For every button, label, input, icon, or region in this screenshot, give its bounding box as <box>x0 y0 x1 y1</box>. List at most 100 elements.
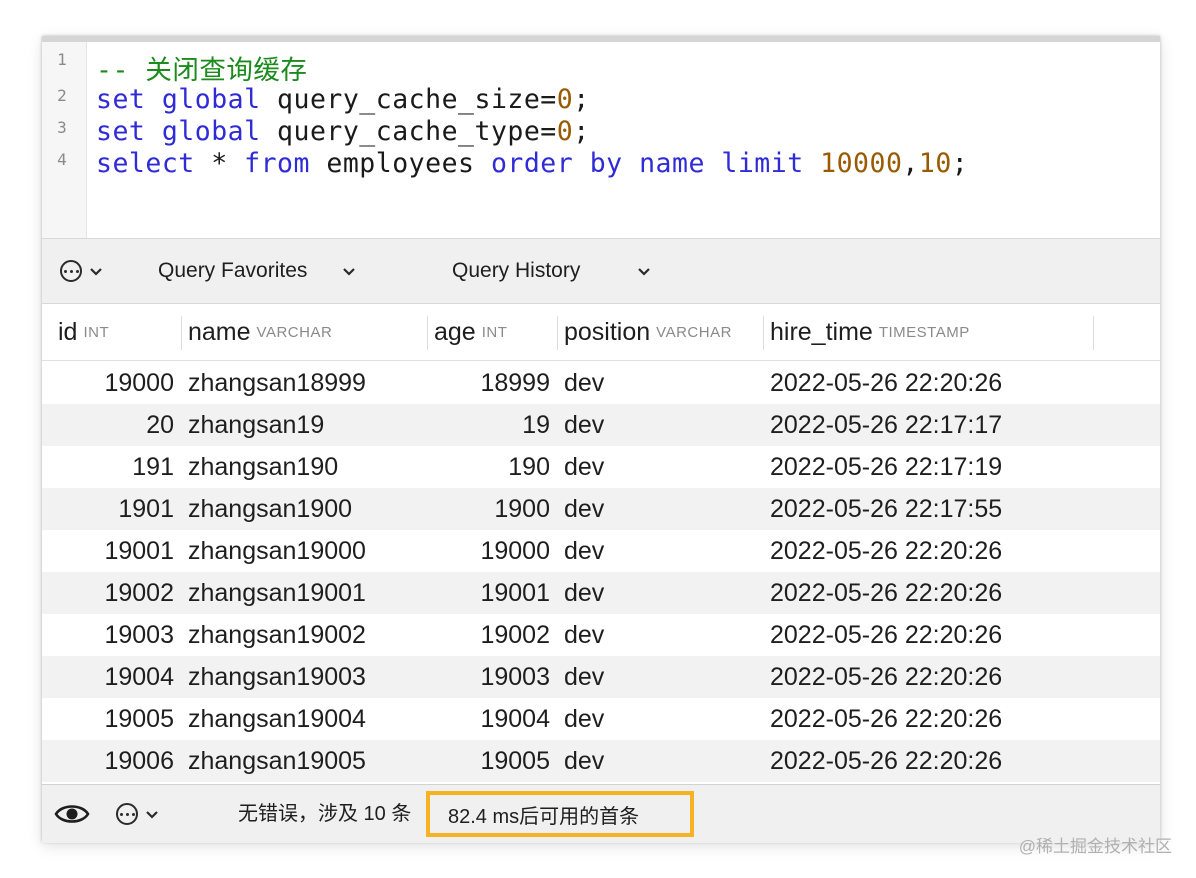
code-token: 0 <box>556 84 574 115</box>
column-divider[interactable] <box>557 316 558 350</box>
table-cell-position[interactable]: dev <box>564 572 754 614</box>
table-cell-hire-time[interactable]: 2022-05-26 22:20:26 <box>770 362 1090 404</box>
table-row[interactable]: 19005 zhangsan19004 19004 dev 2022-05-26 22:… <box>42 698 1160 740</box>
column-header-hire-time[interactable]: hire_time TIMESTAMP <box>770 304 970 360</box>
table-cell-age[interactable]: 19001 <box>434 572 550 614</box>
table-cell-age[interactable]: 19004 <box>434 698 550 740</box>
query-favorites-label: Query Favorites <box>158 259 308 282</box>
table-cell-id[interactable]: 19003 <box>42 614 174 656</box>
code-token: global <box>161 116 261 147</box>
table-cell-age[interactable]: 18999 <box>434 362 550 404</box>
table-row[interactable]: 19006 zhangsan19005 19005 dev 2022-05-26 22:… <box>42 740 1160 782</box>
table-cell-age[interactable]: 19005 <box>434 740 550 782</box>
table-cell-id[interactable]: 19000 <box>42 362 174 404</box>
column-header-age[interactable]: age INT <box>434 304 507 360</box>
table-cell-age[interactable]: 19003 <box>434 656 550 698</box>
table-cell-position[interactable]: dev <box>564 362 754 404</box>
column-divider[interactable] <box>427 316 428 350</box>
table-row[interactable]: 19001 zhangsan19000 19000 dev 2022-05-26 22:… <box>42 530 1160 572</box>
table-cell-age[interactable]: 19000 <box>434 530 550 572</box>
table-cell-name[interactable]: zhangsan19000 <box>188 530 418 572</box>
table-cell-hire-time[interactable]: 2022-05-26 22:17:55 <box>770 488 1090 530</box>
table-cell-position[interactable]: dev <box>564 530 754 572</box>
table-cell-hire-time[interactable]: 2022-05-26 22:20:26 <box>770 530 1090 572</box>
more-options-icon <box>60 260 82 282</box>
table-cell-id[interactable]: 19006 <box>42 740 174 782</box>
table-cell-position[interactable]: dev <box>564 614 754 656</box>
table-cell-hire-time[interactable]: 2022-05-26 22:20:26 <box>770 656 1090 698</box>
eye-icon[interactable] <box>54 800 90 828</box>
table-cell-hire-time[interactable]: 2022-05-26 22:17:19 <box>770 446 1090 488</box>
table-cell-id[interactable]: 1901 <box>42 488 174 530</box>
column-header-position[interactable]: position VARCHAR <box>564 304 732 360</box>
table-row[interactable]: 19002 zhangsan19001 19001 dev 2022-05-26 22:… <box>42 572 1160 614</box>
table-cell-hire-time[interactable]: 2022-05-26 22:20:26 <box>770 572 1090 614</box>
table-cell-name[interactable]: zhangsan19003 <box>188 656 418 698</box>
column-divider[interactable] <box>763 316 764 350</box>
table-cell-age[interactable]: 190 <box>434 446 550 488</box>
table-cell-name[interactable]: zhangsan19002 <box>188 614 418 656</box>
watermark: @稀土掘金技术社区 <box>1018 837 1172 856</box>
table-cell-name[interactable]: zhangsan1900 <box>188 488 418 530</box>
table-row[interactable]: 19000 zhangsan18999 18999 dev 2022-05-26 22:… <box>42 362 1160 404</box>
table-cell-hire-time[interactable]: 2022-05-26 22:20:26 <box>770 740 1090 782</box>
table-cell-id[interactable]: 19002 <box>42 572 174 614</box>
table-cell-position[interactable]: dev <box>564 698 754 740</box>
table-cell-position[interactable]: dev <box>564 488 754 530</box>
line-number-gutter: 1 2 3 4 <box>42 42 87 238</box>
code-token: 0 <box>556 116 574 147</box>
table-row[interactable]: 19003 zhangsan19002 19002 dev 2022-05-26 22:… <box>42 614 1160 656</box>
table-cell-name[interactable]: zhangsan19004 <box>188 698 418 740</box>
status-more-options-button[interactable] <box>116 785 160 843</box>
table-cell-hire-time[interactable]: 2022-05-26 22:17:17 <box>770 404 1090 446</box>
table-row[interactable]: 191 zhangsan190 190 dev 2022-05-26 22:17:19 <box>42 446 1160 488</box>
table-cell-age[interactable]: 19 <box>434 404 550 446</box>
code-token: name <box>639 148 705 179</box>
table-cell-name[interactable]: zhangsan18999 <box>188 362 418 404</box>
status-timing: 82.4 ms后可用的首条 <box>448 805 640 828</box>
table-cell-name[interactable]: zhangsan19 <box>188 404 418 446</box>
table-cell-age[interactable]: 19002 <box>434 614 550 656</box>
code-token: -- 关闭查询缓存 <box>96 55 308 86</box>
table-cell-id[interactable]: 19001 <box>42 530 174 572</box>
code-token: global <box>161 84 261 115</box>
table-cell-hire-time[interactable]: 2022-05-26 22:20:26 <box>770 698 1090 740</box>
code-token: 10000 <box>820 148 903 179</box>
table-row[interactable]: 20 zhangsan19 19 dev 2022-05-26 22:17:17 <box>42 404 1160 446</box>
table-row[interactable]: 1901 zhangsan1900 1900 dev 2022-05-26 22:17:… <box>42 488 1160 530</box>
table-cell-id[interactable]: 19004 <box>42 656 174 698</box>
more-options-button[interactable] <box>60 239 104 303</box>
table-cell-position[interactable]: dev <box>564 656 754 698</box>
code-token: ; <box>951 148 969 179</box>
query-history-dropdown[interactable]: Query History <box>452 239 652 303</box>
column-divider[interactable] <box>1093 316 1094 350</box>
table-cell-id[interactable]: 20 <box>42 404 174 446</box>
table-cell-position[interactable]: dev <box>564 404 754 446</box>
table-cell-id[interactable]: 19005 <box>42 698 174 740</box>
query-favorites-dropdown[interactable]: Query Favorites <box>158 239 357 303</box>
chevron-down-icon <box>90 268 102 276</box>
table-cell-id[interactable]: 191 <box>42 446 174 488</box>
table-row[interactable]: 19004 zhangsan19003 19003 dev 2022-05-26 22:… <box>42 656 1160 698</box>
code-token: ; <box>573 84 590 115</box>
column-divider[interactable] <box>181 316 182 350</box>
sql-editor[interactable]: 1 2 3 4 -- 关闭查询缓存 set global query_cache_… <box>42 42 1160 239</box>
table-cell-age[interactable]: 1900 <box>434 488 550 530</box>
table-cell-name[interactable]: zhangsan19001 <box>188 572 418 614</box>
table-cell-name[interactable]: zhangsan19005 <box>188 740 418 782</box>
results-grid[interactable]: id INT name VARCHAR age INT position VARCHAR… <box>42 304 1160 784</box>
code-token: ; <box>573 116 590 147</box>
results-header: id INT name VARCHAR age INT position VARCHAR… <box>42 304 1160 361</box>
table-cell-name[interactable]: zhangsan190 <box>188 446 418 488</box>
code-token: select <box>96 148 195 179</box>
table-cell-position[interactable]: dev <box>564 740 754 782</box>
table-cell-position[interactable]: dev <box>564 446 754 488</box>
column-header-id[interactable]: id INT <box>58 304 109 360</box>
status-message: 无错误，涉及 10 条 <box>238 803 412 825</box>
code-token: by <box>589 148 623 179</box>
column-header-name[interactable]: name VARCHAR <box>188 304 332 360</box>
table-cell-hire-time[interactable]: 2022-05-26 22:20:26 <box>770 614 1090 656</box>
chevron-down-icon <box>343 268 356 276</box>
